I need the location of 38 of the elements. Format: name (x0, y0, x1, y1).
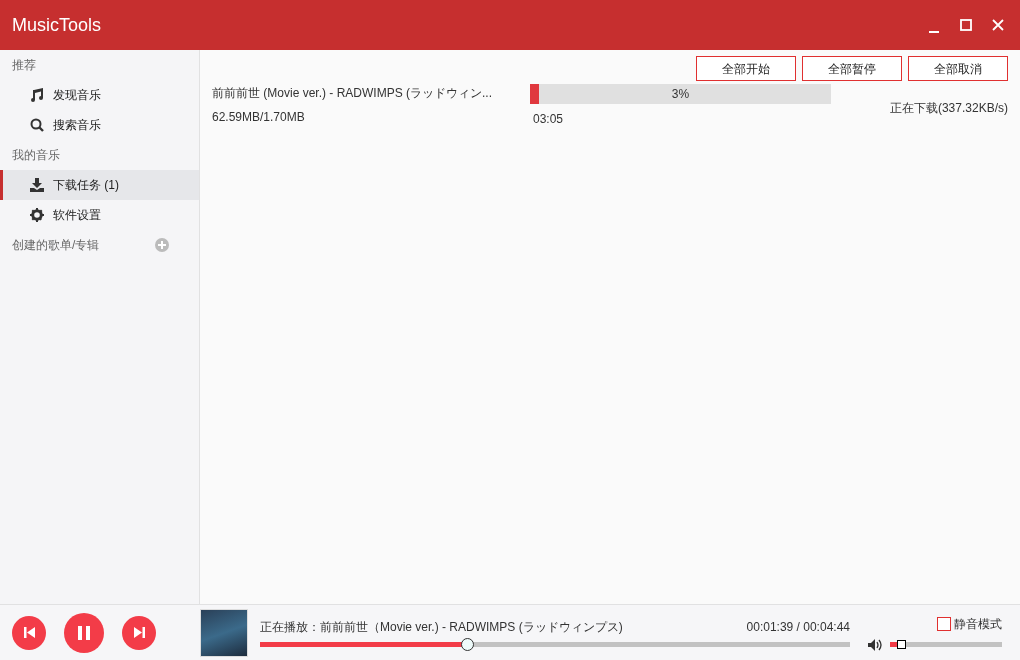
toolbar-button[interactable]: 全部暂停 (802, 56, 902, 81)
toolbar-button[interactable]: 全部开始 (696, 56, 796, 81)
next-button[interactable] (122, 615, 156, 650)
sidebar-item[interactable]: 下载任务 (1) (0, 170, 199, 200)
section-heading: 创建的歌单/专辑 (12, 237, 100, 254)
search-icon (30, 118, 44, 132)
mute-label: 静音模式 (954, 615, 1002, 633)
playback-time: 00:01:39 / 00:04:44 (746, 619, 850, 636)
sidebar-item[interactable]: 软件设置 (0, 200, 199, 230)
volume-thumb[interactable] (896, 640, 906, 649)
volume-slider[interactable] (890, 642, 1002, 647)
pause-button[interactable] (64, 612, 104, 653)
maximize-icon (960, 19, 972, 31)
settings-icon (30, 208, 44, 222)
toolbar-button[interactable]: 全部取消 (908, 56, 1008, 81)
section-heading: 我的音乐 (12, 147, 60, 164)
file-size: 62.59MB/1.70MB (212, 109, 306, 126)
sidebar-item[interactable]: 搜索音乐 (0, 110, 199, 140)
close-icon (992, 19, 1004, 31)
window-title: MusicTools (12, 13, 102, 37)
download-icon (30, 178, 44, 192)
music-icon (30, 88, 44, 102)
download-status: 正在下载(337.32KB/s) (889, 100, 1008, 117)
song-title: 前前前世 (Movie ver.) - RADWIMPS (ラッドウィン... (212, 85, 493, 102)
seek-thumb[interactable] (460, 638, 474, 651)
previous-button[interactable] (12, 615, 46, 650)
minimize-icon (928, 31, 940, 33)
sidebar-item[interactable]: 发现音乐 (0, 80, 199, 110)
remaining-time: 03:05 (533, 111, 565, 128)
download-progress-bar: 3% (530, 84, 831, 104)
next-icon (133, 627, 145, 638)
now-playing-text: 正在播放：前前前世（Movie ver.) - RADWIMPS (ラッドウィンプス) (260, 619, 623, 636)
speaker-icon (868, 638, 884, 651)
album-cover-photo (200, 608, 248, 657)
previous-icon (23, 627, 35, 638)
pause-icon (78, 625, 90, 640)
mute-checkbox[interactable] (937, 616, 951, 631)
section-heading: 推荐 (12, 57, 36, 74)
